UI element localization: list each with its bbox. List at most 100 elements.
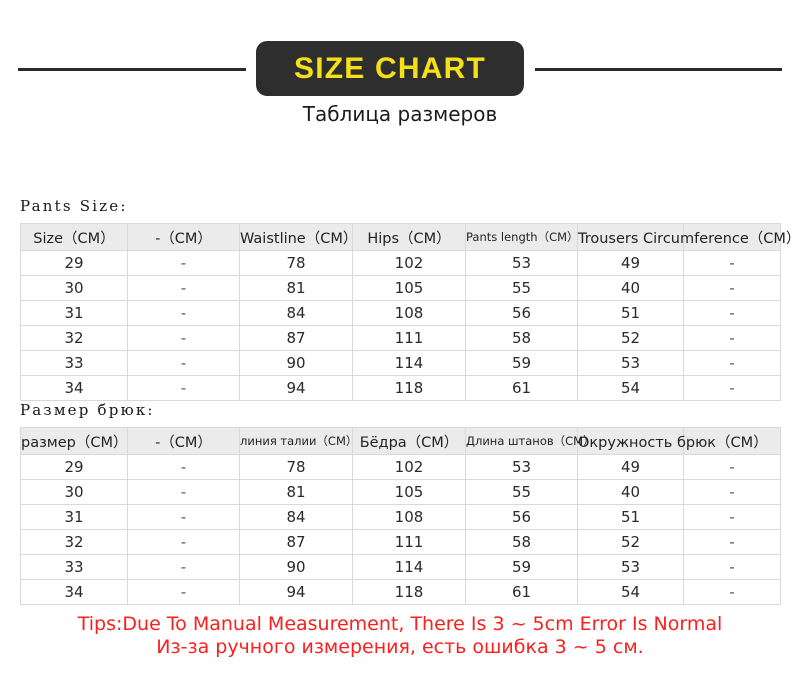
column-header-3: Бёдра（CM）: [352, 427, 466, 455]
table-cell: 108: [352, 300, 466, 326]
table-cell: -: [127, 375, 240, 401]
table-cell: 54: [577, 375, 684, 401]
table-cell: -: [683, 275, 781, 301]
table-cell: -: [683, 579, 781, 605]
table-row: 34-94 118 61 54-: [20, 579, 781, 605]
table-cell: 33: [20, 554, 128, 580]
table-cell: 94: [239, 579, 353, 605]
table-cell: -: [683, 554, 781, 580]
table-cell: 102: [352, 454, 466, 480]
table-cell: 53: [465, 250, 578, 276]
table-header-row: Size（CM） -（CM） Waistline（CM） Hips（CM） Pants …: [20, 223, 800, 251]
table-cell: 94: [239, 375, 353, 401]
table-cell: 59: [465, 350, 578, 376]
table-cell: 105: [352, 275, 466, 301]
table-cell: 53: [577, 350, 684, 376]
table-cell: 53: [465, 454, 578, 480]
table-cell: 56: [465, 504, 578, 530]
table-cell: 114: [352, 350, 466, 376]
table-cell: 78: [239, 454, 353, 480]
table-row: 34-94 118 61 54-: [20, 375, 781, 401]
pants-size-table: Size（CM） -（CM） Waistline（CM） Hips（CM） Pants …: [20, 223, 800, 401]
table-cell: 31: [20, 504, 128, 530]
table-header-row: размер（CM） -（CM） линия талии（CM） Бёдра（CM） Д…: [20, 427, 781, 455]
table-cell: -: [683, 504, 781, 530]
table-cell: 40: [577, 275, 684, 301]
tips-english: Tips:Due To Manual Measurement, There Is…: [77, 613, 723, 635]
table-row: 30-81 105 55 40-: [20, 275, 781, 301]
table-cell: 33: [20, 350, 128, 376]
column-header-0: Size（CM）: [20, 223, 128, 251]
table-cell: 56: [465, 300, 578, 326]
page-subtitle: Таблица размеров: [302, 102, 498, 126]
table-row: 32-87 111 58 52-: [20, 325, 781, 351]
header-rule-right: [535, 68, 782, 71]
table-cell: 90: [239, 554, 353, 580]
table-cell: 51: [577, 300, 684, 326]
table-header: размер（CM） -（CM） линия талии（CM） Бёдра（CM） Д…: [20, 427, 781, 455]
table-cell: 49: [577, 250, 684, 276]
table-cell: 114: [352, 554, 466, 580]
table-cell: -: [683, 325, 781, 351]
column-header-4: Длина штанов（CM）: [465, 427, 595, 455]
razmer-bryuk-section: Размер брюк: размер（CM） -（CM） линия талии（…: [20, 400, 781, 605]
table-cell: -: [127, 504, 240, 530]
table-cell: -: [683, 350, 781, 376]
table-cell: -: [683, 250, 781, 276]
razmer-bryuk-table: размер（CM） -（CM） линия талии（CM） Бёдра（CM） Д…: [20, 427, 781, 605]
table-cell: -: [127, 275, 240, 301]
table-cell: 59: [465, 554, 578, 580]
table-cell: 52: [577, 325, 684, 351]
table-cell: -: [683, 375, 781, 401]
table-row: 29-78 102 53 49-: [20, 250, 781, 276]
table-cell: 90: [239, 350, 353, 376]
table-header: Size（CM） -（CM） Waistline（CM） Hips（CM） Pants …: [20, 223, 800, 251]
table-cell: -: [127, 529, 240, 555]
column-header-5: Trousers Circumference（CM）: [577, 223, 800, 251]
table-cell: -: [683, 454, 781, 480]
table-row: 30-81 105 55 40-: [20, 479, 781, 505]
column-header-4: Pants length（CM）: [465, 223, 579, 251]
table-body: 29-78 102 53 49-30-81 105 55 40-31-84 108 56 51-3…: [20, 454, 781, 605]
page-title: SIZE CHART: [294, 51, 486, 85]
table-cell: 78: [239, 250, 353, 276]
measurement-tips: Tips:Due To Manual Measurement, There Is…: [0, 612, 800, 659]
table-row: 31-84 108 56 51-: [20, 504, 781, 530]
table-cell: 32: [20, 325, 128, 351]
table-cell: 29: [20, 250, 128, 276]
column-header-5: Окружность брюк（CM）: [577, 427, 768, 455]
column-header-3: Hips（CM）: [352, 223, 466, 251]
table-row: 32-87 111 58 52-: [20, 529, 781, 555]
table-cell: 30: [20, 275, 128, 301]
table-cell: -: [127, 479, 240, 505]
table-cell: -: [127, 554, 240, 580]
table-cell: 58: [465, 529, 578, 555]
column-header-2: линия талии（CM）: [239, 427, 357, 455]
column-header-2: Waistline（CM）: [239, 223, 357, 251]
table-cell: -: [683, 479, 781, 505]
table-cell: 111: [352, 529, 466, 555]
table-cell: 55: [465, 479, 578, 505]
table-cell: 34: [20, 375, 128, 401]
table-cell: 84: [239, 504, 353, 530]
table-cell: 61: [465, 375, 578, 401]
table-cell: 54: [577, 579, 684, 605]
table-cell: -: [127, 350, 240, 376]
table-cell: 32: [20, 529, 128, 555]
table-row: 33-90 114 59 53-: [20, 350, 781, 376]
table-cell: -: [127, 454, 240, 480]
table-cell: 49: [577, 454, 684, 480]
table-cell: 30: [20, 479, 128, 505]
table-cell: 52: [577, 529, 684, 555]
table-cell: 118: [352, 375, 466, 401]
razmer-bryuk-label: Размер брюк:: [20, 401, 155, 419]
pants-size-label: Pants Size:: [20, 197, 128, 215]
table-cell: -: [127, 300, 240, 326]
table-cell: 118: [352, 579, 466, 605]
table-cell: -: [127, 579, 240, 605]
table-cell: -: [683, 300, 781, 326]
header-rule-left: [18, 68, 246, 71]
table-cell: 55: [465, 275, 578, 301]
table-cell: 105: [352, 479, 466, 505]
table-cell: 81: [239, 479, 353, 505]
